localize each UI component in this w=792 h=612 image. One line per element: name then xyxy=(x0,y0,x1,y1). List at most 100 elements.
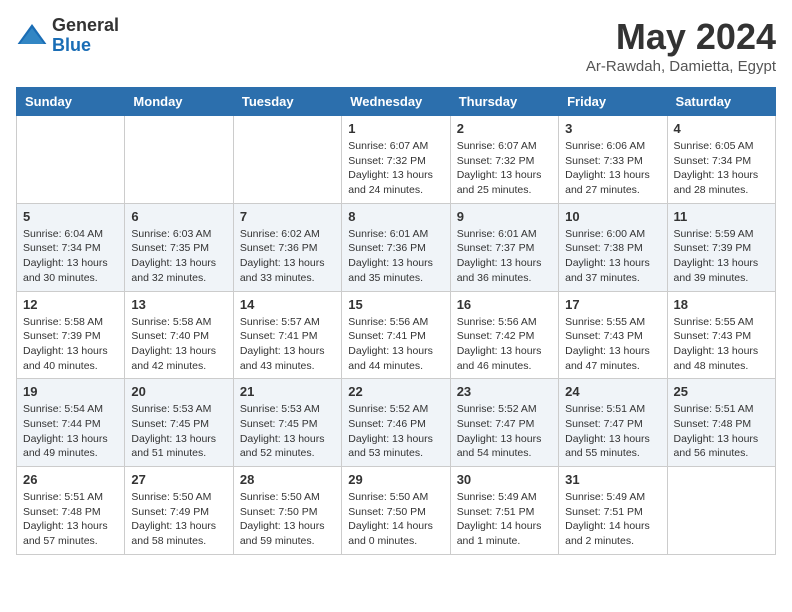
day-cell xyxy=(233,116,341,204)
day-number: 18 xyxy=(674,297,769,312)
day-info: Sunrise: 5:58 AMSunset: 7:39 PMDaylight:… xyxy=(23,315,118,374)
day-info: Sunrise: 5:58 AMSunset: 7:40 PMDaylight:… xyxy=(131,315,226,374)
day-cell: 7 Sunrise: 6:02 AMSunset: 7:36 PMDaylight… xyxy=(233,203,341,291)
day-info: Sunrise: 5:55 AMSunset: 7:43 PMDaylight:… xyxy=(674,315,769,374)
day-cell: 18 Sunrise: 5:55 AMSunset: 7:43 PMDayligh… xyxy=(667,291,775,379)
week-row-1: 1 Sunrise: 6:07 AMSunset: 7:32 PMDaylight… xyxy=(17,116,776,204)
day-number: 26 xyxy=(23,472,118,487)
day-number: 12 xyxy=(23,297,118,312)
day-info: Sunrise: 6:06 AMSunset: 7:33 PMDaylight:… xyxy=(565,139,660,198)
weekday-header-friday: Friday xyxy=(559,88,667,116)
day-info: Sunrise: 5:56 AMSunset: 7:41 PMDaylight:… xyxy=(348,315,443,374)
day-cell: 6 Sunrise: 6:03 AMSunset: 7:35 PMDaylight… xyxy=(125,203,233,291)
weekday-header-monday: Monday xyxy=(125,88,233,116)
weekday-header-tuesday: Tuesday xyxy=(233,88,341,116)
day-number: 5 xyxy=(23,209,118,224)
day-info: Sunrise: 5:54 AMSunset: 7:44 PMDaylight:… xyxy=(23,402,118,461)
day-cell: 27Sunrise: 5:50 AMSunset: 7:49 PMDayligh… xyxy=(125,467,233,555)
day-cell: 25Sunrise: 5:51 AMSunset: 7:48 PMDayligh… xyxy=(667,379,775,467)
day-info: Sunrise: 6:02 AMSunset: 7:36 PMDaylight:… xyxy=(240,227,335,286)
day-number: 28 xyxy=(240,472,335,487)
month-title: May 2024 xyxy=(586,16,776,58)
day-cell: 20Sunrise: 5:53 AMSunset: 7:45 PMDayligh… xyxy=(125,379,233,467)
day-number: 10 xyxy=(565,209,660,224)
day-number: 2 xyxy=(457,121,552,136)
day-cell: 26 Sunrise: 5:51 AMSunset: 7:48 PMDayligh… xyxy=(17,467,125,555)
day-cell xyxy=(17,116,125,204)
logo-icon xyxy=(16,20,48,52)
day-info: Sunrise: 6:04 AMSunset: 7:34 PMDaylight:… xyxy=(23,227,118,286)
day-info: Sunrise: 5:53 AMSunset: 7:45 PMDaylight:… xyxy=(240,402,335,461)
day-info: Sunrise: 5:50 AMSunset: 7:49 PMDaylight:… xyxy=(131,490,226,549)
day-info: Sunrise: 6:01 AMSunset: 7:37 PMDaylight:… xyxy=(457,227,552,286)
day-cell: 21 Sunrise: 5:53 AMSunset: 7:45 PMDayligh… xyxy=(233,379,341,467)
day-info: Sunrise: 5:52 AMSunset: 7:47 PMDaylight:… xyxy=(457,402,552,461)
day-info: Sunrise: 5:50 AMSunset: 7:50 PMDaylight:… xyxy=(240,490,335,549)
day-number: 22 xyxy=(348,384,443,399)
day-cell: 16Sunrise: 5:56 AMSunset: 7:42 PMDayligh… xyxy=(450,291,558,379)
logo: General Blue xyxy=(16,16,119,56)
day-number: 8 xyxy=(348,209,443,224)
day-info: Sunrise: 6:03 AMSunset: 7:35 PMDaylight:… xyxy=(131,227,226,286)
day-info: Sunrise: 5:55 AMSunset: 7:43 PMDaylight:… xyxy=(565,315,660,374)
day-info: Sunrise: 5:56 AMSunset: 7:42 PMDaylight:… xyxy=(457,315,552,374)
day-number: 30 xyxy=(457,472,552,487)
day-cell: 23 Sunrise: 5:52 AMSunset: 7:47 PMDayligh… xyxy=(450,379,558,467)
day-cell: 11Sunrise: 5:59 AMSunset: 7:39 PMDayligh… xyxy=(667,203,775,291)
week-row-4: 19Sunrise: 5:54 AMSunset: 7:44 PMDayligh… xyxy=(17,379,776,467)
day-info: Sunrise: 6:07 AMSunset: 7:32 PMDaylight:… xyxy=(457,139,552,198)
weekday-header-thursday: Thursday xyxy=(450,88,558,116)
day-info: Sunrise: 5:51 AMSunset: 7:48 PMDaylight:… xyxy=(23,490,118,549)
day-number: 13 xyxy=(131,297,226,312)
day-cell: 22 Sunrise: 5:52 AMSunset: 7:46 PMDayligh… xyxy=(342,379,450,467)
day-number: 23 xyxy=(457,384,552,399)
week-row-3: 12 Sunrise: 5:58 AMSunset: 7:39 PMDayligh… xyxy=(17,291,776,379)
day-info: Sunrise: 5:51 AMSunset: 7:47 PMDaylight:… xyxy=(565,402,660,461)
day-cell xyxy=(125,116,233,204)
day-cell: 14 Sunrise: 5:57 AMSunset: 7:41 PMDayligh… xyxy=(233,291,341,379)
day-number: 17 xyxy=(565,297,660,312)
day-info: Sunrise: 5:49 AMSunset: 7:51 PMDaylight:… xyxy=(457,490,552,549)
day-info: Sunrise: 6:01 AMSunset: 7:36 PMDaylight:… xyxy=(348,227,443,286)
day-info: Sunrise: 5:52 AMSunset: 7:46 PMDaylight:… xyxy=(348,402,443,461)
day-number: 25 xyxy=(674,384,769,399)
day-cell: 15 Sunrise: 5:56 AMSunset: 7:41 PMDayligh… xyxy=(342,291,450,379)
weekday-header-sunday: Sunday xyxy=(17,88,125,116)
day-info: Sunrise: 5:49 AMSunset: 7:51 PMDaylight:… xyxy=(565,490,660,549)
day-cell: 8 Sunrise: 6:01 AMSunset: 7:36 PMDaylight… xyxy=(342,203,450,291)
day-number: 24 xyxy=(565,384,660,399)
day-number: 1 xyxy=(348,121,443,136)
day-info: Sunrise: 6:07 AMSunset: 7:32 PMDaylight:… xyxy=(348,139,443,198)
day-cell: 3Sunrise: 6:06 AMSunset: 7:33 PMDaylight… xyxy=(559,116,667,204)
day-info: Sunrise: 5:53 AMSunset: 7:45 PMDaylight:… xyxy=(131,402,226,461)
day-cell: 9 Sunrise: 6:01 AMSunset: 7:37 PMDaylight… xyxy=(450,203,558,291)
day-number: 6 xyxy=(131,209,226,224)
day-number: 9 xyxy=(457,209,552,224)
page-header: General Blue May 2024 Ar-Rawdah, Damiett… xyxy=(16,16,776,75)
day-number: 21 xyxy=(240,384,335,399)
day-cell: 1 Sunrise: 6:07 AMSunset: 7:32 PMDaylight… xyxy=(342,116,450,204)
day-number: 4 xyxy=(674,121,769,136)
day-cell: 2 Sunrise: 6:07 AMSunset: 7:32 PMDaylight… xyxy=(450,116,558,204)
weekday-header-row: SundayMondayTuesdayWednesdayThursdayFrid… xyxy=(17,88,776,116)
day-info: Sunrise: 5:57 AMSunset: 7:41 PMDaylight:… xyxy=(240,315,335,374)
day-cell xyxy=(667,467,775,555)
day-cell: 29Sunrise: 5:50 AMSunset: 7:50 PMDayligh… xyxy=(342,467,450,555)
week-row-2: 5 Sunrise: 6:04 AMSunset: 7:34 PMDaylight… xyxy=(17,203,776,291)
day-number: 14 xyxy=(240,297,335,312)
day-number: 15 xyxy=(348,297,443,312)
day-cell: 10 Sunrise: 6:00 AMSunset: 7:38 PMDayligh… xyxy=(559,203,667,291)
day-info: Sunrise: 6:00 AMSunset: 7:38 PMDaylight:… xyxy=(565,227,660,286)
day-info: Sunrise: 6:05 AMSunset: 7:34 PMDaylight:… xyxy=(674,139,769,198)
day-cell: 4 Sunrise: 6:05 AMSunset: 7:34 PMDaylight… xyxy=(667,116,775,204)
day-number: 7 xyxy=(240,209,335,224)
logo-blue: Blue xyxy=(52,36,119,56)
weekday-header-saturday: Saturday xyxy=(667,88,775,116)
title-section: May 2024 Ar-Rawdah, Damietta, Egypt xyxy=(586,16,776,75)
logo-text: General Blue xyxy=(52,16,119,56)
week-row-5: 26 Sunrise: 5:51 AMSunset: 7:48 PMDayligh… xyxy=(17,467,776,555)
day-info: Sunrise: 5:50 AMSunset: 7:50 PMDaylight:… xyxy=(348,490,443,549)
day-cell: 19Sunrise: 5:54 AMSunset: 7:44 PMDayligh… xyxy=(17,379,125,467)
logo-general: General xyxy=(52,16,119,36)
day-cell: 5 Sunrise: 6:04 AMSunset: 7:34 PMDaylight… xyxy=(17,203,125,291)
